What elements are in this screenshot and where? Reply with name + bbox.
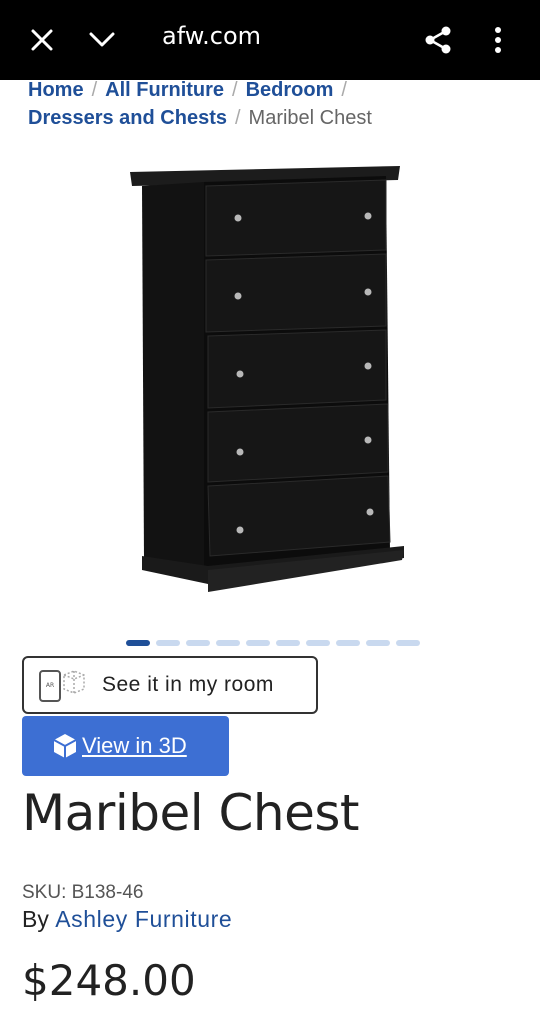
- url-text[interactable]: afw.com: [162, 22, 261, 50]
- product-price: $248.00: [22, 956, 196, 1005]
- carousel-dot[interactable]: [156, 640, 180, 646]
- carousel-dot[interactable]: [186, 640, 210, 646]
- svg-text:AR: AR: [46, 682, 54, 689]
- product-sku: SKU: B138-46: [22, 882, 144, 903]
- carousel-dot[interactable]: [246, 640, 270, 646]
- cube-icon: [53, 734, 77, 758]
- carousel-dot[interactable]: [306, 640, 330, 646]
- view-in-3d-button[interactable]: View in 3D: [22, 716, 229, 776]
- close-icon: [31, 29, 53, 51]
- carousel-dot[interactable]: [276, 640, 300, 646]
- share-button[interactable]: [418, 20, 458, 60]
- browser-toolbar: afw.com: [0, 0, 540, 80]
- breadcrumb-separator: /: [91, 79, 98, 101]
- breadcrumb-separator: /: [234, 107, 241, 129]
- drawers: [205, 179, 391, 557]
- product-title: Maribel Chest: [22, 784, 360, 842]
- carousel-dot[interactable]: [366, 640, 390, 646]
- breadcrumb: Home / All Furniture / Bedroom / Dressers and …: [28, 76, 528, 132]
- expand-button[interactable]: [82, 20, 122, 60]
- breadcrumb-current: Maribel Chest: [248, 107, 372, 129]
- breadcrumb-all-furniture[interactable]: All Furniture: [105, 79, 224, 101]
- more-vert-icon: [495, 27, 501, 53]
- breadcrumb-separator: /: [341, 79, 347, 101]
- ar-phone-icon: AR: [39, 670, 85, 702]
- see-in-my-room-label: See it in my room: [102, 673, 274, 696]
- carousel-dot[interactable]: [336, 640, 360, 646]
- see-in-my-room-button[interactable]: AR See it in my room: [22, 656, 318, 714]
- carousel-dot[interactable]: [126, 640, 150, 646]
- carousel-dot[interactable]: [396, 640, 420, 646]
- breadcrumb-dressers-chests[interactable]: Dressers and Chests: [28, 107, 227, 129]
- share-icon: [425, 26, 451, 54]
- breadcrumb-separator: /: [232, 79, 238, 101]
- chevron-down-icon: [89, 32, 115, 47]
- product-image[interactable]: [120, 160, 420, 600]
- more-options-button[interactable]: [478, 20, 518, 60]
- breadcrumb-bedroom[interactable]: Bedroom: [246, 79, 334, 101]
- by-label: By: [22, 906, 49, 932]
- carousel-dot[interactable]: [216, 640, 240, 646]
- close-tab-button[interactable]: [22, 20, 62, 60]
- image-carousel-dots: [126, 640, 420, 646]
- product-byline: By Ashley Furniture: [22, 906, 232, 933]
- breadcrumb-home[interactable]: Home: [28, 79, 84, 101]
- brand-link[interactable]: Ashley Furniture: [55, 906, 232, 932]
- view-in-3d-label: View in 3D: [82, 733, 187, 758]
